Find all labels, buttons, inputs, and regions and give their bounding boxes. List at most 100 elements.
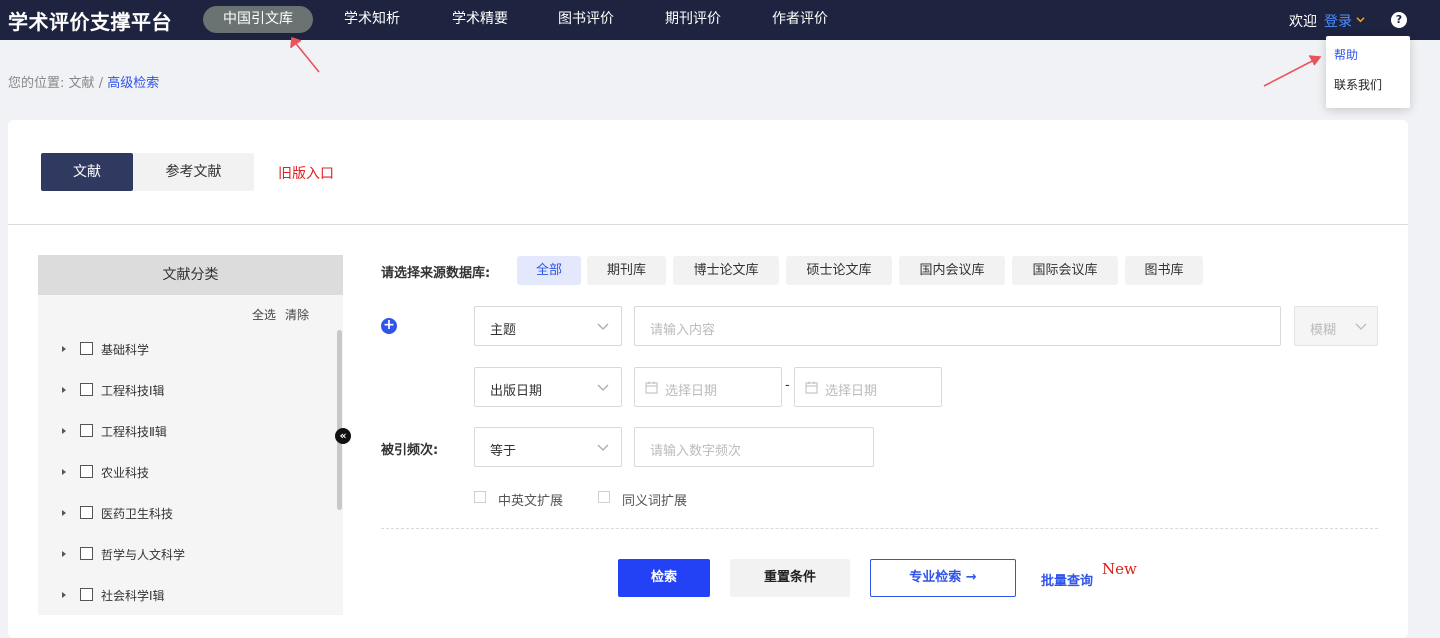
professional-search-button[interactable]: 专业检索 → — [870, 559, 1016, 597]
option-checkbox[interactable] — [598, 491, 610, 503]
expand-triangle-icon[interactable] — [62, 469, 66, 475]
expand-triangle-icon[interactable] — [62, 428, 66, 434]
breadcrumb-parent[interactable]: 文献 — [69, 76, 95, 91]
field-select-value: 主题 — [490, 323, 517, 338]
expand-triangle-icon[interactable] — [62, 592, 66, 598]
source-chip-doctoral[interactable]: 博士论文库 — [673, 256, 779, 285]
content-input-placeholder: 请输入内容 — [650, 323, 716, 338]
tab-literature[interactable]: 文献 — [41, 153, 133, 191]
source-chip-books[interactable]: 图书库 — [1125, 256, 1203, 285]
category-checkbox[interactable] — [80, 342, 93, 355]
menu-item-help[interactable]: 帮助 — [1334, 46, 1358, 63]
match-mode-value: 模糊 — [1310, 323, 1337, 338]
breadcrumb-current: 高级检索 — [107, 76, 160, 91]
dashed-divider — [381, 528, 1378, 529]
source-chip-masters[interactable]: 硕士论文库 — [786, 256, 892, 285]
expand-triangle-icon[interactable] — [62, 387, 66, 393]
add-condition-icon[interactable]: + — [381, 318, 397, 334]
arrow-icon — [1263, 55, 1322, 87]
source-chip-domestic-conference[interactable]: 国内会议库 — [899, 256, 1005, 285]
question-icon[interactable]: ? — [1391, 12, 1407, 28]
category-checkbox[interactable] — [80, 588, 93, 601]
end-date-picker[interactable]: 选择日期 — [794, 367, 942, 407]
nav-item-book-evaluation[interactable]: 图书评价 — [544, 6, 628, 33]
calendar-icon — [805, 381, 818, 394]
frequency-operator-select[interactable]: 等于 — [474, 427, 622, 467]
content-input[interactable]: 请输入内容 — [634, 306, 1281, 346]
nav-item-citation-library[interactable]: 中国引文库 — [203, 6, 313, 33]
breadcrumb-prefix: 您的位置: — [8, 76, 65, 91]
citation-frequency-label: 被引频次: — [381, 443, 439, 458]
date-type-value: 出版日期 — [490, 384, 543, 399]
category-checkbox[interactable] — [80, 424, 93, 437]
category-item[interactable]: 医药卫生科技 — [60, 504, 320, 524]
category-item[interactable]: 工程科技Ⅱ辑 — [60, 422, 320, 442]
date-range-separator: - — [785, 378, 790, 393]
option-label: 同义词扩展 — [622, 494, 688, 509]
field-select[interactable]: 主题 — [474, 306, 622, 346]
nav-item-author-evaluation[interactable]: 作者评价 — [758, 6, 842, 33]
category-checkbox[interactable] — [80, 547, 93, 560]
arrow-icon — [290, 36, 320, 73]
chevron-down-icon — [597, 323, 609, 330]
start-date-picker[interactable]: 选择日期 — [634, 367, 782, 407]
nav-item-journal-evaluation[interactable]: 期刊评价 — [651, 6, 735, 33]
category-panel-title: 文献分类 — [38, 255, 343, 295]
collapse-panel-icon[interactable]: « — [335, 428, 351, 444]
new-badge: New — [1102, 560, 1137, 578]
date-type-select[interactable]: 出版日期 — [474, 367, 622, 407]
login-link[interactable]: 登录 — [1324, 11, 1352, 31]
select-all-button[interactable]: 全选 — [252, 306, 276, 323]
search-button[interactable]: 检索 — [618, 559, 710, 597]
option-checkbox[interactable] — [474, 491, 486, 503]
clear-button[interactable]: 清除 — [285, 306, 309, 323]
category-scrollbar[interactable] — [337, 330, 342, 510]
option-label: 中英文扩展 — [498, 494, 564, 509]
category-panel: 文献分类 全选 清除 基础科学 工程科技Ⅰ辑 工程科技Ⅱ辑 农业科技 医药卫生科… — [38, 255, 343, 615]
expand-triangle-icon[interactable] — [62, 346, 66, 352]
category-label: 基础科学 — [101, 343, 150, 357]
frequency-input-placeholder: 请输入数字频次 — [650, 444, 742, 459]
frequency-operator-value: 等于 — [490, 444, 517, 459]
breadcrumb-separator: / — [98, 76, 104, 91]
brand-title: 学术评价支撑平台 — [8, 10, 172, 34]
help-dropdown-menu: 帮助 联系我们 — [1326, 36, 1410, 108]
category-label: 社会科学Ⅰ辑 — [101, 589, 165, 603]
source-chip-international-conference[interactable]: 国际会议库 — [1012, 256, 1118, 285]
welcome-text: 欢迎 — [1289, 14, 1317, 30]
source-chip-all[interactable]: 全部 — [517, 256, 581, 285]
category-checkbox[interactable] — [80, 465, 93, 478]
category-item[interactable]: 工程科技Ⅰ辑 — [60, 381, 320, 401]
reset-button[interactable]: 重置条件 — [730, 559, 850, 597]
category-label: 工程科技Ⅰ辑 — [101, 384, 165, 398]
breadcrumb: 您的位置: 文献 / 高级检索 — [8, 72, 159, 91]
tab-references[interactable]: 参考文献 — [133, 153, 254, 191]
category-label: 哲学与人文科学 — [101, 548, 186, 562]
category-label: 农业科技 — [101, 466, 150, 480]
chevron-down-icon — [1355, 323, 1367, 330]
nav-item-academic-essentials[interactable]: 学术精要 — [438, 6, 522, 33]
source-database-label: 请选择来源数据库: — [381, 266, 491, 281]
chevron-down-icon[interactable] — [1356, 15, 1365, 24]
batch-query-link[interactable]: 批量查询 — [1041, 570, 1093, 589]
menu-item-contact-us[interactable]: 联系我们 — [1334, 76, 1382, 93]
calendar-icon — [645, 381, 658, 394]
top-navigation-bar: 学术评价支撑平台 中国引文库 学术知析 学术精要 图书评价 期刊评价 作者评价 … — [0, 0, 1440, 40]
old-version-entry-link[interactable]: 旧版入口 — [278, 163, 334, 183]
match-mode-select[interactable]: 模糊 — [1294, 306, 1378, 346]
frequency-input[interactable]: 请输入数字频次 — [634, 427, 874, 467]
expand-triangle-icon[interactable] — [62, 510, 66, 516]
category-label: 工程科技Ⅱ辑 — [101, 425, 167, 439]
chevron-down-icon — [597, 384, 609, 391]
category-checkbox[interactable] — [80, 506, 93, 519]
category-item[interactable]: 基础科学 — [60, 340, 320, 360]
category-item[interactable]: 农业科技 — [60, 463, 320, 483]
source-chip-journal[interactable]: 期刊库 — [587, 256, 666, 285]
divider — [8, 224, 1408, 225]
nav-item-academic-analysis[interactable]: 学术知析 — [330, 6, 414, 33]
category-checkbox[interactable] — [80, 383, 93, 396]
end-date-placeholder: 选择日期 — [825, 384, 878, 399]
category-item[interactable]: 哲学与人文科学 — [60, 545, 320, 565]
category-item[interactable]: 社会科学Ⅰ辑 — [60, 586, 320, 606]
expand-triangle-icon[interactable] — [62, 551, 66, 557]
